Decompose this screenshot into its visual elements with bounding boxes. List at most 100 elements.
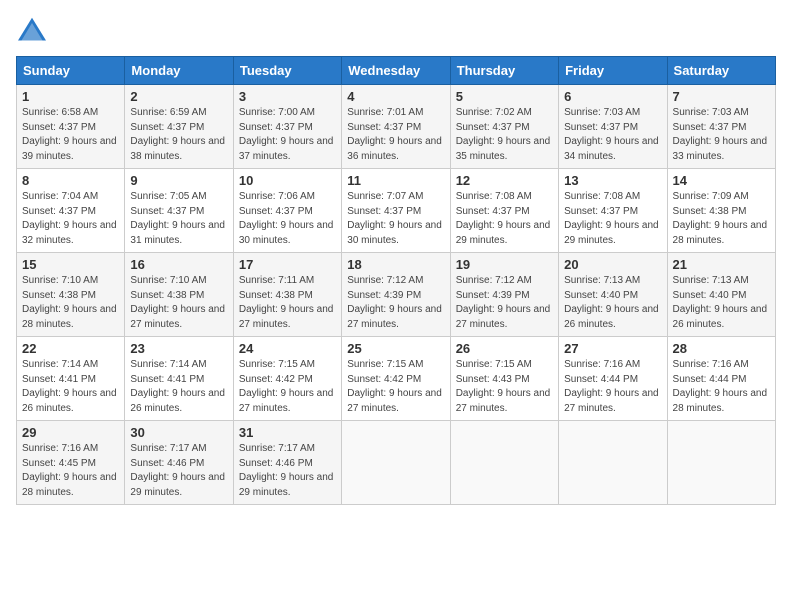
day-number: 9: [130, 173, 227, 188]
day-number: 31: [239, 425, 336, 440]
day-number: 17: [239, 257, 336, 272]
calendar-day-cell: 7 Sunrise: 7:03 AMSunset: 4:37 PMDayligh…: [667, 85, 775, 169]
day-info: Sunrise: 7:12 AMSunset: 4:39 PMDaylight:…: [347, 275, 442, 330]
calendar-day-cell: 6 Sunrise: 7:03 AMSunset: 4:37 PMDayligh…: [559, 85, 667, 169]
day-of-week-header: Saturday: [667, 57, 775, 85]
calendar-day-cell: 26 Sunrise: 7:15 AMSunset: 4:43 PMDaylig…: [450, 337, 558, 421]
empty-day-cell: [450, 421, 558, 505]
day-info: Sunrise: 6:58 AMSunset: 4:37 PMDaylight:…: [22, 107, 117, 162]
day-number: 10: [239, 173, 336, 188]
day-info: Sunrise: 7:04 AMSunset: 4:37 PMDaylight:…: [22, 191, 117, 246]
day-info: Sunrise: 7:06 AMSunset: 4:37 PMDaylight:…: [239, 191, 334, 246]
day-number: 11: [347, 173, 444, 188]
calendar-day-cell: 28 Sunrise: 7:16 AMSunset: 4:44 PMDaylig…: [667, 337, 775, 421]
day-number: 2: [130, 89, 227, 104]
day-info: Sunrise: 7:05 AMSunset: 4:37 PMDaylight:…: [130, 191, 225, 246]
day-info: Sunrise: 7:16 AMSunset: 4:45 PMDaylight:…: [22, 443, 117, 498]
day-of-week-header: Thursday: [450, 57, 558, 85]
day-number: 30: [130, 425, 227, 440]
day-of-week-header: Tuesday: [233, 57, 341, 85]
day-number: 20: [564, 257, 661, 272]
day-number: 21: [673, 257, 770, 272]
calendar-day-cell: 3 Sunrise: 7:00 AMSunset: 4:37 PMDayligh…: [233, 85, 341, 169]
calendar-day-cell: 2 Sunrise: 6:59 AMSunset: 4:37 PMDayligh…: [125, 85, 233, 169]
calendar-header-row: SundayMondayTuesdayWednesdayThursdayFrid…: [17, 57, 776, 85]
day-number: 5: [456, 89, 553, 104]
day-info: Sunrise: 7:17 AMSunset: 4:46 PMDaylight:…: [130, 443, 225, 498]
day-info: Sunrise: 7:13 AMSunset: 4:40 PMDaylight:…: [673, 275, 768, 330]
day-info: Sunrise: 7:08 AMSunset: 4:37 PMDaylight:…: [564, 191, 659, 246]
calendar-day-cell: 15 Sunrise: 7:10 AMSunset: 4:38 PMDaylig…: [17, 253, 125, 337]
empty-day-cell: [667, 421, 775, 505]
day-info: Sunrise: 7:13 AMSunset: 4:40 PMDaylight:…: [564, 275, 659, 330]
day-of-week-header: Sunday: [17, 57, 125, 85]
day-info: Sunrise: 7:08 AMSunset: 4:37 PMDaylight:…: [456, 191, 551, 246]
day-of-week-header: Monday: [125, 57, 233, 85]
day-number: 14: [673, 173, 770, 188]
calendar-day-cell: 8 Sunrise: 7:04 AMSunset: 4:37 PMDayligh…: [17, 169, 125, 253]
logo: [16, 16, 52, 44]
day-number: 8: [22, 173, 119, 188]
day-info: Sunrise: 7:00 AMSunset: 4:37 PMDaylight:…: [239, 107, 334, 162]
day-info: Sunrise: 7:01 AMSunset: 4:37 PMDaylight:…: [347, 107, 442, 162]
day-info: Sunrise: 7:15 AMSunset: 4:43 PMDaylight:…: [456, 359, 551, 414]
page-header: [16, 16, 776, 44]
calendar-day-cell: 16 Sunrise: 7:10 AMSunset: 4:38 PMDaylig…: [125, 253, 233, 337]
empty-day-cell: [342, 421, 450, 505]
calendar-day-cell: 27 Sunrise: 7:16 AMSunset: 4:44 PMDaylig…: [559, 337, 667, 421]
day-number: 19: [456, 257, 553, 272]
calendar-day-cell: 23 Sunrise: 7:14 AMSunset: 4:41 PMDaylig…: [125, 337, 233, 421]
day-number: 7: [673, 89, 770, 104]
calendar-day-cell: 19 Sunrise: 7:12 AMSunset: 4:39 PMDaylig…: [450, 253, 558, 337]
logo-icon: [16, 16, 48, 44]
calendar-day-cell: 24 Sunrise: 7:15 AMSunset: 4:42 PMDaylig…: [233, 337, 341, 421]
day-number: 15: [22, 257, 119, 272]
calendar-day-cell: 13 Sunrise: 7:08 AMSunset: 4:37 PMDaylig…: [559, 169, 667, 253]
day-number: 28: [673, 341, 770, 356]
day-number: 26: [456, 341, 553, 356]
day-number: 27: [564, 341, 661, 356]
day-number: 16: [130, 257, 227, 272]
calendar-table: SundayMondayTuesdayWednesdayThursdayFrid…: [16, 56, 776, 505]
day-number: 13: [564, 173, 661, 188]
calendar-day-cell: 5 Sunrise: 7:02 AMSunset: 4:37 PMDayligh…: [450, 85, 558, 169]
day-info: Sunrise: 7:14 AMSunset: 4:41 PMDaylight:…: [130, 359, 225, 414]
calendar-week-row: 29 Sunrise: 7:16 AMSunset: 4:45 PMDaylig…: [17, 421, 776, 505]
day-info: Sunrise: 7:02 AMSunset: 4:37 PMDaylight:…: [456, 107, 551, 162]
calendar-day-cell: 14 Sunrise: 7:09 AMSunset: 4:38 PMDaylig…: [667, 169, 775, 253]
day-info: Sunrise: 6:59 AMSunset: 4:37 PMDaylight:…: [130, 107, 225, 162]
calendar-day-cell: 4 Sunrise: 7:01 AMSunset: 4:37 PMDayligh…: [342, 85, 450, 169]
day-number: 1: [22, 89, 119, 104]
day-info: Sunrise: 7:07 AMSunset: 4:37 PMDaylight:…: [347, 191, 442, 246]
calendar-week-row: 15 Sunrise: 7:10 AMSunset: 4:38 PMDaylig…: [17, 253, 776, 337]
calendar-day-cell: 17 Sunrise: 7:11 AMSunset: 4:38 PMDaylig…: [233, 253, 341, 337]
calendar-day-cell: 12 Sunrise: 7:08 AMSunset: 4:37 PMDaylig…: [450, 169, 558, 253]
day-number: 12: [456, 173, 553, 188]
calendar-day-cell: 25 Sunrise: 7:15 AMSunset: 4:42 PMDaylig…: [342, 337, 450, 421]
day-number: 24: [239, 341, 336, 356]
day-number: 6: [564, 89, 661, 104]
day-info: Sunrise: 7:03 AMSunset: 4:37 PMDaylight:…: [673, 107, 768, 162]
calendar-day-cell: 31 Sunrise: 7:17 AMSunset: 4:46 PMDaylig…: [233, 421, 341, 505]
day-info: Sunrise: 7:15 AMSunset: 4:42 PMDaylight:…: [347, 359, 442, 414]
calendar-day-cell: 18 Sunrise: 7:12 AMSunset: 4:39 PMDaylig…: [342, 253, 450, 337]
calendar-week-row: 8 Sunrise: 7:04 AMSunset: 4:37 PMDayligh…: [17, 169, 776, 253]
day-info: Sunrise: 7:17 AMSunset: 4:46 PMDaylight:…: [239, 443, 334, 498]
day-of-week-header: Wednesday: [342, 57, 450, 85]
day-info: Sunrise: 7:03 AMSunset: 4:37 PMDaylight:…: [564, 107, 659, 162]
calendar-day-cell: 22 Sunrise: 7:14 AMSunset: 4:41 PMDaylig…: [17, 337, 125, 421]
day-number: 3: [239, 89, 336, 104]
day-info: Sunrise: 7:09 AMSunset: 4:38 PMDaylight:…: [673, 191, 768, 246]
day-number: 18: [347, 257, 444, 272]
calendar-week-row: 1 Sunrise: 6:58 AMSunset: 4:37 PMDayligh…: [17, 85, 776, 169]
calendar-week-row: 22 Sunrise: 7:14 AMSunset: 4:41 PMDaylig…: [17, 337, 776, 421]
day-info: Sunrise: 7:16 AMSunset: 4:44 PMDaylight:…: [673, 359, 768, 414]
calendar-day-cell: 10 Sunrise: 7:06 AMSunset: 4:37 PMDaylig…: [233, 169, 341, 253]
day-number: 22: [22, 341, 119, 356]
calendar-day-cell: 21 Sunrise: 7:13 AMSunset: 4:40 PMDaylig…: [667, 253, 775, 337]
day-number: 4: [347, 89, 444, 104]
day-info: Sunrise: 7:15 AMSunset: 4:42 PMDaylight:…: [239, 359, 334, 414]
calendar-day-cell: 11 Sunrise: 7:07 AMSunset: 4:37 PMDaylig…: [342, 169, 450, 253]
day-of-week-header: Friday: [559, 57, 667, 85]
day-info: Sunrise: 7:10 AMSunset: 4:38 PMDaylight:…: [130, 275, 225, 330]
